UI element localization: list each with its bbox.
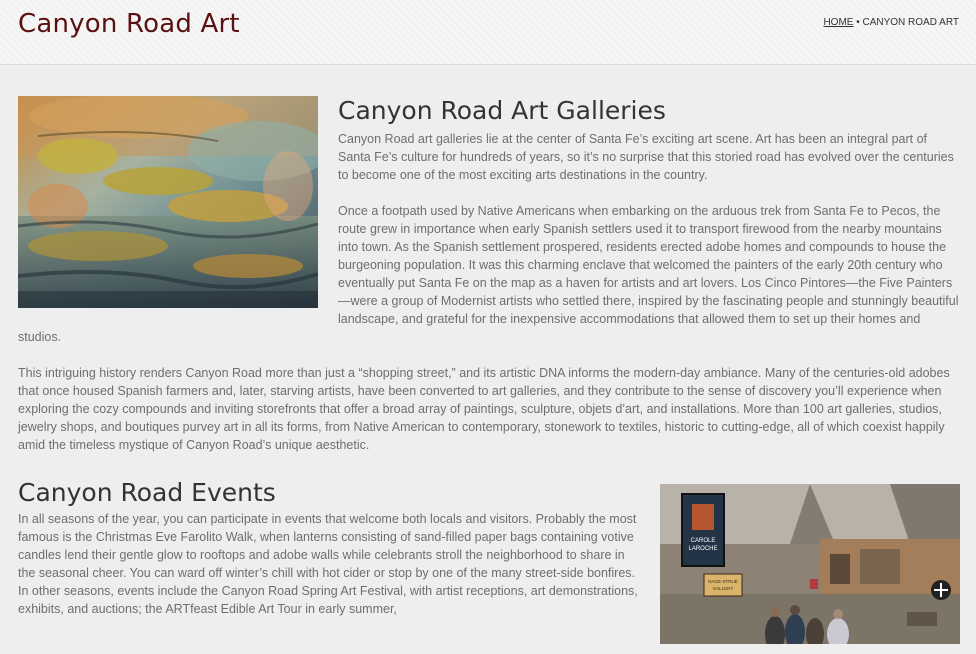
events-section: CAROLE LAROCHE NAGE-STRUE GALLERY Canyon… xyxy=(18,472,960,644)
street-photo-image: CAROLE LAROCHE NAGE-STRUE GALLERY xyxy=(660,484,960,644)
small-sign-line1: NAGE-STRUE xyxy=(708,579,738,584)
breadcrumb-separator: • xyxy=(853,17,863,28)
breadcrumb-current: CANYON ROAD ART xyxy=(862,17,960,28)
breadcrumb-home-link[interactable]: HOME xyxy=(823,17,853,28)
site-title[interactable]: Canyon Road Art xyxy=(18,9,240,39)
small-sign-line2: GALLERY xyxy=(713,586,734,591)
main-content: Canyon Road Art Galleries Canyon Road ar… xyxy=(18,96,960,654)
site-header: Canyon Road Art HOME • CANYON ROAD ART xyxy=(0,0,976,65)
abstract-painting-image xyxy=(18,96,318,308)
galleries-paragraph-3: This intriguing history renders Canyon R… xyxy=(18,366,950,452)
gallery-sign-line2: LAROCHE xyxy=(688,546,717,552)
breadcrumb: HOME • CANYON ROAD ART xyxy=(823,17,959,28)
gallery-sign-line1: CAROLE xyxy=(691,538,716,544)
